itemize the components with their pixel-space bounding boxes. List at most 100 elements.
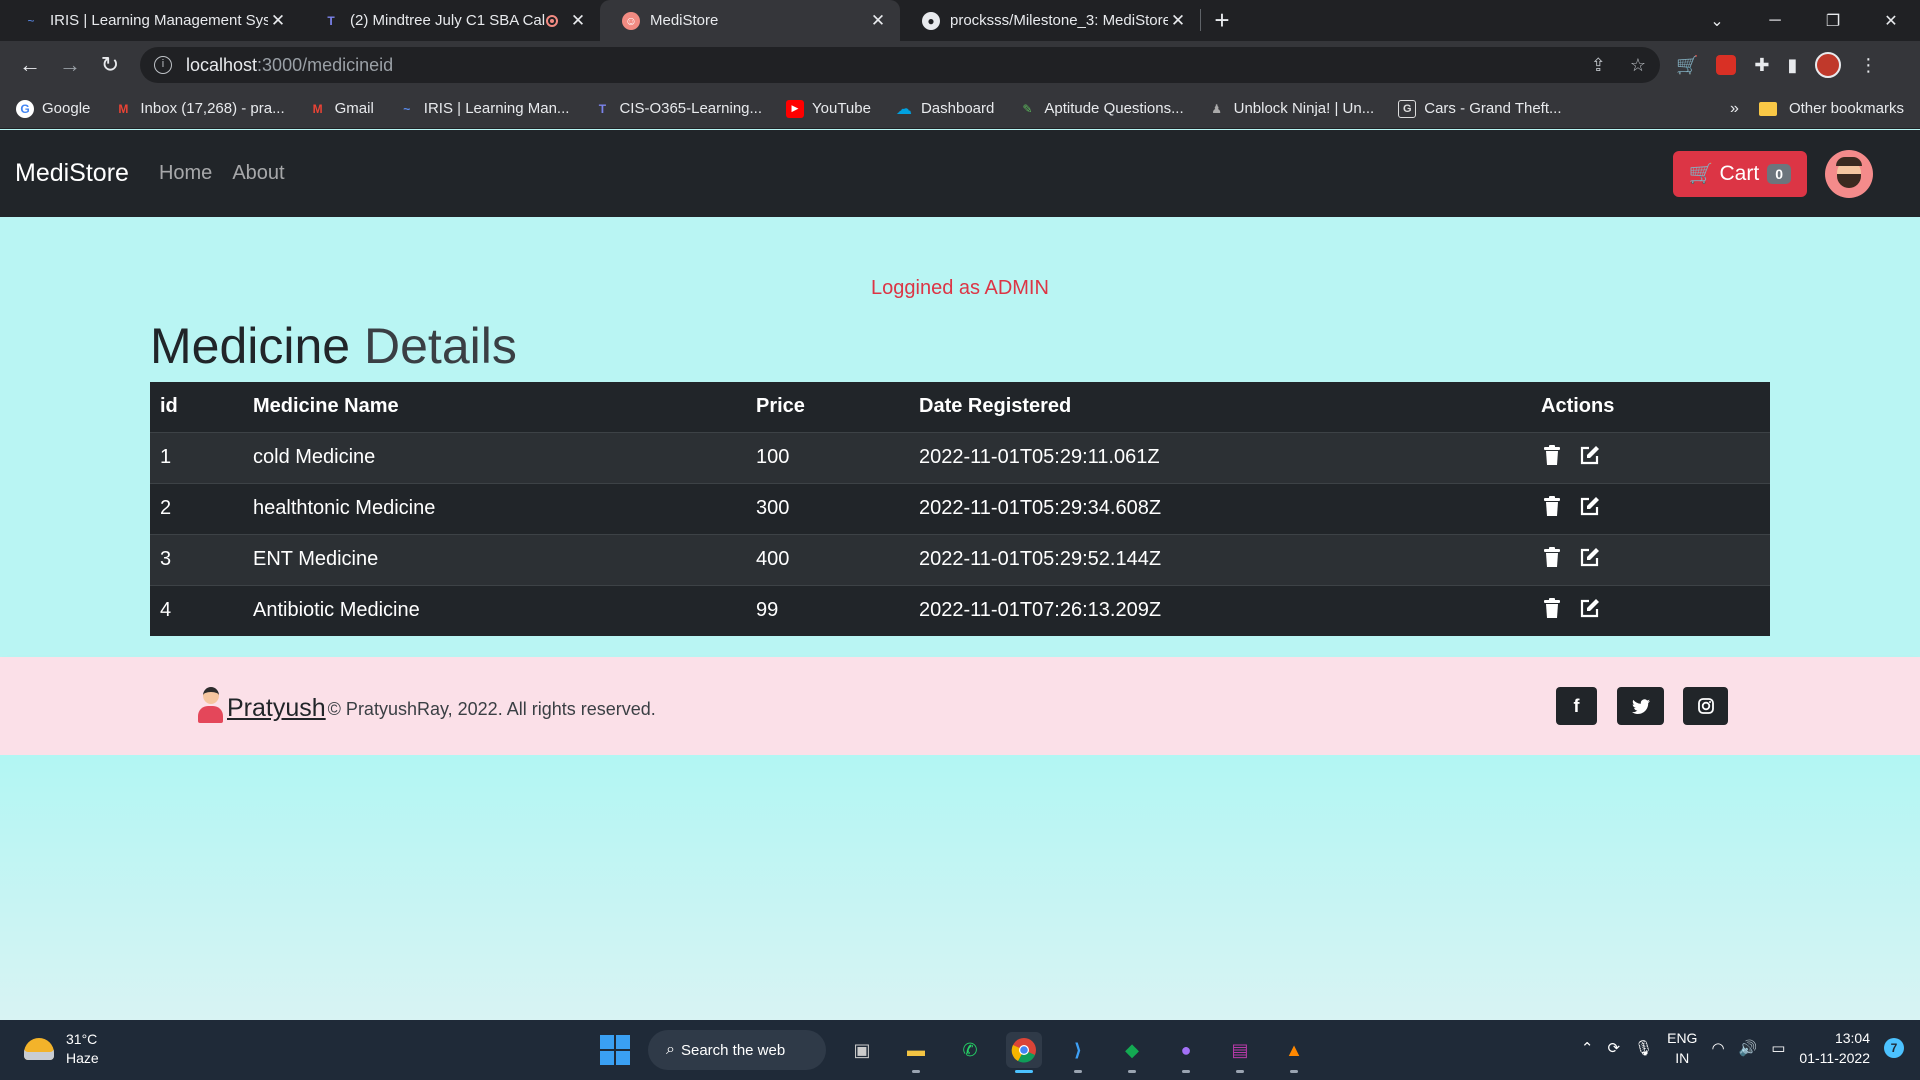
edit-pencil-icon[interactable] bbox=[1579, 546, 1601, 568]
bookmark-label: Cars - Grand Theft... bbox=[1424, 100, 1562, 117]
bookmarks-overflow-icon[interactable]: » bbox=[1730, 100, 1739, 118]
facebook-icon[interactable]: f bbox=[1556, 687, 1597, 725]
new-tab-button[interactable]: + bbox=[1201, 0, 1243, 41]
gmail-icon: M bbox=[118, 101, 129, 116]
tab-close-icon[interactable]: ✕ bbox=[568, 11, 588, 31]
bookmark-label: Other bookmarks bbox=[1788, 100, 1904, 117]
volume-icon[interactable]: 🔊 bbox=[1739, 1039, 1758, 1057]
minimize-icon[interactable]: ─ bbox=[1746, 12, 1804, 30]
notification-badge[interactable]: 7 bbox=[1884, 1038, 1904, 1058]
restore-icon[interactable]: ❐ bbox=[1804, 11, 1862, 31]
delete-trash-icon[interactable] bbox=[1541, 597, 1563, 619]
menu-kebab-icon[interactable]: ⋮ bbox=[1859, 55, 1877, 76]
medistore-favicon-icon: ☺ bbox=[622, 11, 640, 30]
system-clock[interactable]: 13:04 01-11-2022 bbox=[1799, 1028, 1870, 1068]
site-info-icon[interactable]: i bbox=[154, 56, 172, 74]
back-arrow-icon[interactable]: ← bbox=[10, 52, 50, 78]
browser-toolbar: ← → ↻ i localhost:3000/medicineid ⇪ ☆ 🛒 … bbox=[0, 41, 1920, 89]
share-icon[interactable]: ⇪ bbox=[1591, 55, 1606, 76]
header-id: id bbox=[150, 382, 243, 433]
language-indicator[interactable]: ENG IN bbox=[1667, 1028, 1697, 1068]
bookmark-star-icon[interactable]: ☆ bbox=[1630, 55, 1646, 76]
chrome-icon[interactable] bbox=[1006, 1032, 1042, 1073]
taskbar-search[interactable]: ⌕ Search the web bbox=[648, 1030, 826, 1070]
tab-close-icon[interactable]: ✕ bbox=[1168, 11, 1188, 31]
whatsapp-icon[interactable]: ✆ bbox=[952, 1032, 988, 1068]
browser-tab[interactable]: ● procksss/Milestone_3: MediStore ✕ bbox=[900, 0, 1200, 41]
windows-start-icon[interactable] bbox=[600, 1035, 630, 1065]
wifi-icon[interactable]: ◠ bbox=[1711, 1039, 1724, 1057]
search-label: Search the web bbox=[680, 1041, 786, 1059]
bookmark-cis[interactable]: T CIS-O365-Learning... bbox=[593, 100, 762, 118]
address-bar[interactable]: i localhost:3000/medicineid ⇪ ☆ bbox=[140, 47, 1660, 83]
browser-tab[interactable]: T (2) Mindtree July C1 SBA Call ✕ bbox=[300, 0, 600, 41]
iris-favicon-icon: ~ bbox=[27, 13, 35, 28]
bookmark-cars[interactable]: G Cars - Grand Theft... bbox=[1398, 99, 1562, 118]
edit-pencil-icon[interactable] bbox=[1579, 495, 1601, 517]
cell-date: 2022-11-01T05:29:34.608Z bbox=[909, 482, 1531, 534]
tab-title: MediStore bbox=[650, 12, 719, 29]
bookmark-unblock-ninja[interactable]: ♟ Unblock Ninja! | Un... bbox=[1208, 100, 1374, 118]
microphone-icon[interactable]: 🎙 bbox=[1634, 1039, 1653, 1057]
mongodb-compass-icon[interactable]: ◆ bbox=[1114, 1032, 1150, 1073]
weather-haze-icon bbox=[24, 1038, 54, 1060]
bookmark-inbox[interactable]: M Inbox (17,268) - pra... bbox=[114, 100, 284, 118]
browser-tab-active[interactable]: ☺ MediStore ✕ bbox=[600, 0, 900, 41]
weather-widget[interactable]: 31°C Haze bbox=[24, 1030, 99, 1068]
bookmark-gmail[interactable]: M Gmail bbox=[309, 100, 374, 118]
nav-link-home[interactable]: Home bbox=[159, 162, 212, 185]
delete-trash-icon[interactable] bbox=[1541, 495, 1563, 517]
bookmark-google[interactable]: G Google bbox=[16, 99, 90, 118]
bookmark-youtube[interactable]: ▶ YouTube bbox=[786, 99, 871, 118]
chevron-up-icon[interactable]: ⌃ bbox=[1581, 1039, 1594, 1057]
tab-title: (2) Mindtree July C1 SBA Call bbox=[350, 12, 546, 29]
cell-name: Antibiotic Medicine bbox=[243, 584, 746, 636]
weather-desc: Haze bbox=[66, 1050, 99, 1066]
red-extension-icon[interactable] bbox=[1716, 55, 1737, 75]
user-avatar[interactable] bbox=[1825, 149, 1873, 198]
tab-search-icon[interactable]: ⌄ bbox=[1688, 11, 1746, 31]
nav-link-about[interactable]: About bbox=[232, 162, 284, 185]
page-title: Medicine Details bbox=[150, 317, 517, 375]
github-desktop-icon[interactable]: ● bbox=[1168, 1032, 1204, 1073]
tab-close-icon[interactable]: ✕ bbox=[268, 11, 288, 31]
search-icon: ⌕ bbox=[666, 1041, 675, 1058]
vscode-icon[interactable]: ⟩ bbox=[1060, 1032, 1096, 1073]
forward-arrow-icon[interactable]: → bbox=[50, 52, 90, 78]
taskbar-apps: ⌕ Search the web ▣ ▬ ✆ ⟩ ◆ ● ▤ ▲ bbox=[600, 1030, 1312, 1073]
bookmark-iris[interactable]: ~ IRIS | Learning Man... bbox=[398, 100, 569, 118]
edit-pencil-icon[interactable] bbox=[1579, 444, 1601, 466]
cart-extension-icon[interactable]: 🛒 bbox=[1676, 55, 1698, 76]
teams-icon: T bbox=[598, 101, 607, 116]
battery-icon[interactable]: ▭ bbox=[1771, 1039, 1785, 1057]
delete-trash-icon[interactable] bbox=[1541, 546, 1563, 568]
edit-pencil-icon[interactable] bbox=[1579, 597, 1601, 619]
extensions-puzzle-icon[interactable]: ✚ bbox=[1754, 55, 1769, 76]
cart-button[interactable]: 🛒 Cart 0 bbox=[1672, 150, 1807, 197]
winrar-icon[interactable]: ▤ bbox=[1222, 1032, 1258, 1073]
brand-logo[interactable]: MediStore bbox=[15, 159, 129, 188]
browser-tab[interactable]: ~ IRIS | Learning Management Syst ✕ bbox=[0, 0, 300, 41]
cell-id: 4 bbox=[150, 584, 243, 636]
g-box-icon: G bbox=[1398, 99, 1417, 118]
tab-title: procksss/Milestone_3: MediStore bbox=[950, 12, 1168, 29]
instagram-icon[interactable] bbox=[1683, 687, 1728, 725]
other-bookmarks[interactable]: Other bookmarks bbox=[1758, 100, 1904, 117]
bookmark-aptitude[interactable]: ✎ Aptitude Questions... bbox=[1018, 100, 1183, 118]
vlc-icon[interactable]: ▲ bbox=[1276, 1032, 1312, 1073]
ninja-icon: ♟ bbox=[1211, 101, 1222, 116]
header-actions: Actions bbox=[1531, 382, 1770, 433]
file-explorer-icon[interactable]: ▬ bbox=[898, 1032, 934, 1073]
sync-icon[interactable]: ⟳ bbox=[1607, 1039, 1620, 1057]
task-view-icon[interactable]: ▣ bbox=[844, 1032, 880, 1068]
close-window-icon[interactable]: ✕ bbox=[1862, 11, 1920, 31]
tab-close-icon[interactable]: ✕ bbox=[868, 11, 888, 31]
profile-avatar-icon[interactable] bbox=[1815, 52, 1842, 78]
bookmark-dashboard[interactable]: ☁ Dashboard bbox=[895, 100, 994, 118]
delete-trash-icon[interactable] bbox=[1541, 444, 1563, 466]
twitter-icon[interactable] bbox=[1617, 687, 1664, 725]
footer-author-link[interactable]: Pratyush bbox=[227, 694, 326, 723]
reload-icon[interactable]: ↻ bbox=[90, 52, 130, 78]
iris-icon: ~ bbox=[403, 101, 411, 116]
side-panel-icon[interactable]: ▮ bbox=[1788, 55, 1798, 76]
